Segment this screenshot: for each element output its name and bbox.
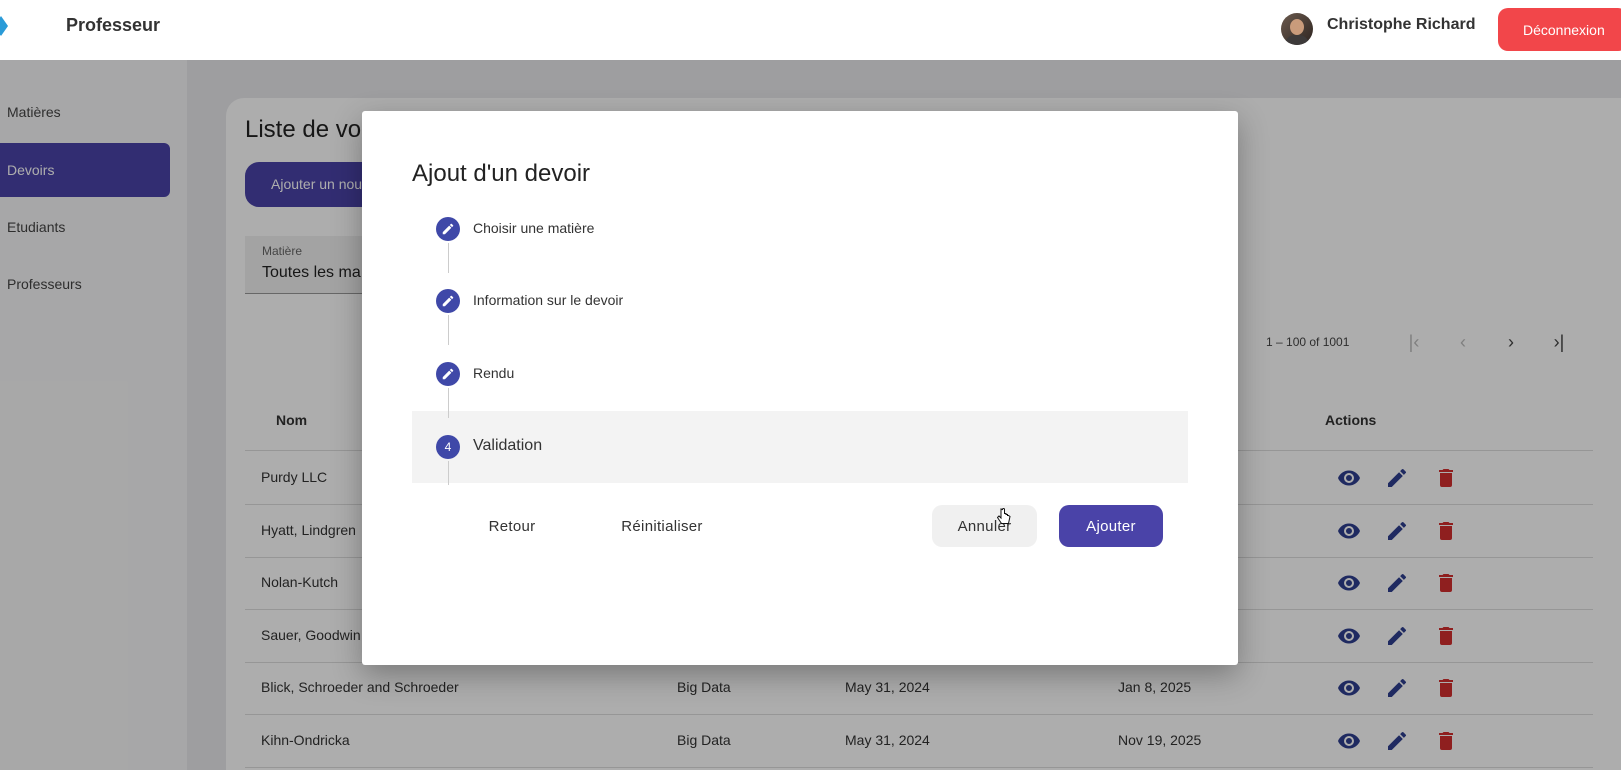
step-label: Information sur le devoir xyxy=(473,292,624,308)
step-validation[interactable]: 4 Validation xyxy=(412,411,1188,483)
step-number: 4 xyxy=(436,435,460,459)
hand-cursor-icon xyxy=(997,508,1011,524)
submit-button[interactable]: Ajouter xyxy=(1059,505,1163,547)
logo-icon xyxy=(0,16,8,36)
top-header: Professeur Christophe Richard Déconnexio… xyxy=(0,0,1621,60)
back-button[interactable]: Retour xyxy=(472,505,552,547)
step-connector xyxy=(448,243,449,273)
cancel-button[interactable]: Annuler xyxy=(932,505,1037,547)
step-connector xyxy=(448,388,449,418)
edit-icon xyxy=(436,217,460,241)
dialog-title: Ajout d'un devoir xyxy=(412,160,591,187)
user-name: Christophe Richard xyxy=(1327,16,1476,33)
avatar[interactable] xyxy=(1281,13,1313,45)
step-connector xyxy=(448,461,449,485)
add-assignment-dialog: Ajout d'un devoir Choisir une matière In… xyxy=(362,111,1238,665)
edit-icon xyxy=(436,289,460,313)
reset-button[interactable]: Réinitialiser xyxy=(602,505,722,547)
step-label: Choisir une matière xyxy=(473,220,595,236)
step-label: Validation xyxy=(473,437,543,454)
step-submission[interactable]: Rendu xyxy=(412,338,1188,410)
step-label: Rendu xyxy=(473,365,515,381)
step-connector xyxy=(448,315,449,345)
logout-button[interactable]: Déconnexion xyxy=(1498,8,1621,51)
step-choose-subject[interactable]: Choisir une matière xyxy=(412,193,1188,265)
edit-icon xyxy=(436,362,460,386)
step-assignment-info[interactable]: Information sur le devoir xyxy=(412,265,1188,337)
app-title: Professeur xyxy=(66,15,161,35)
